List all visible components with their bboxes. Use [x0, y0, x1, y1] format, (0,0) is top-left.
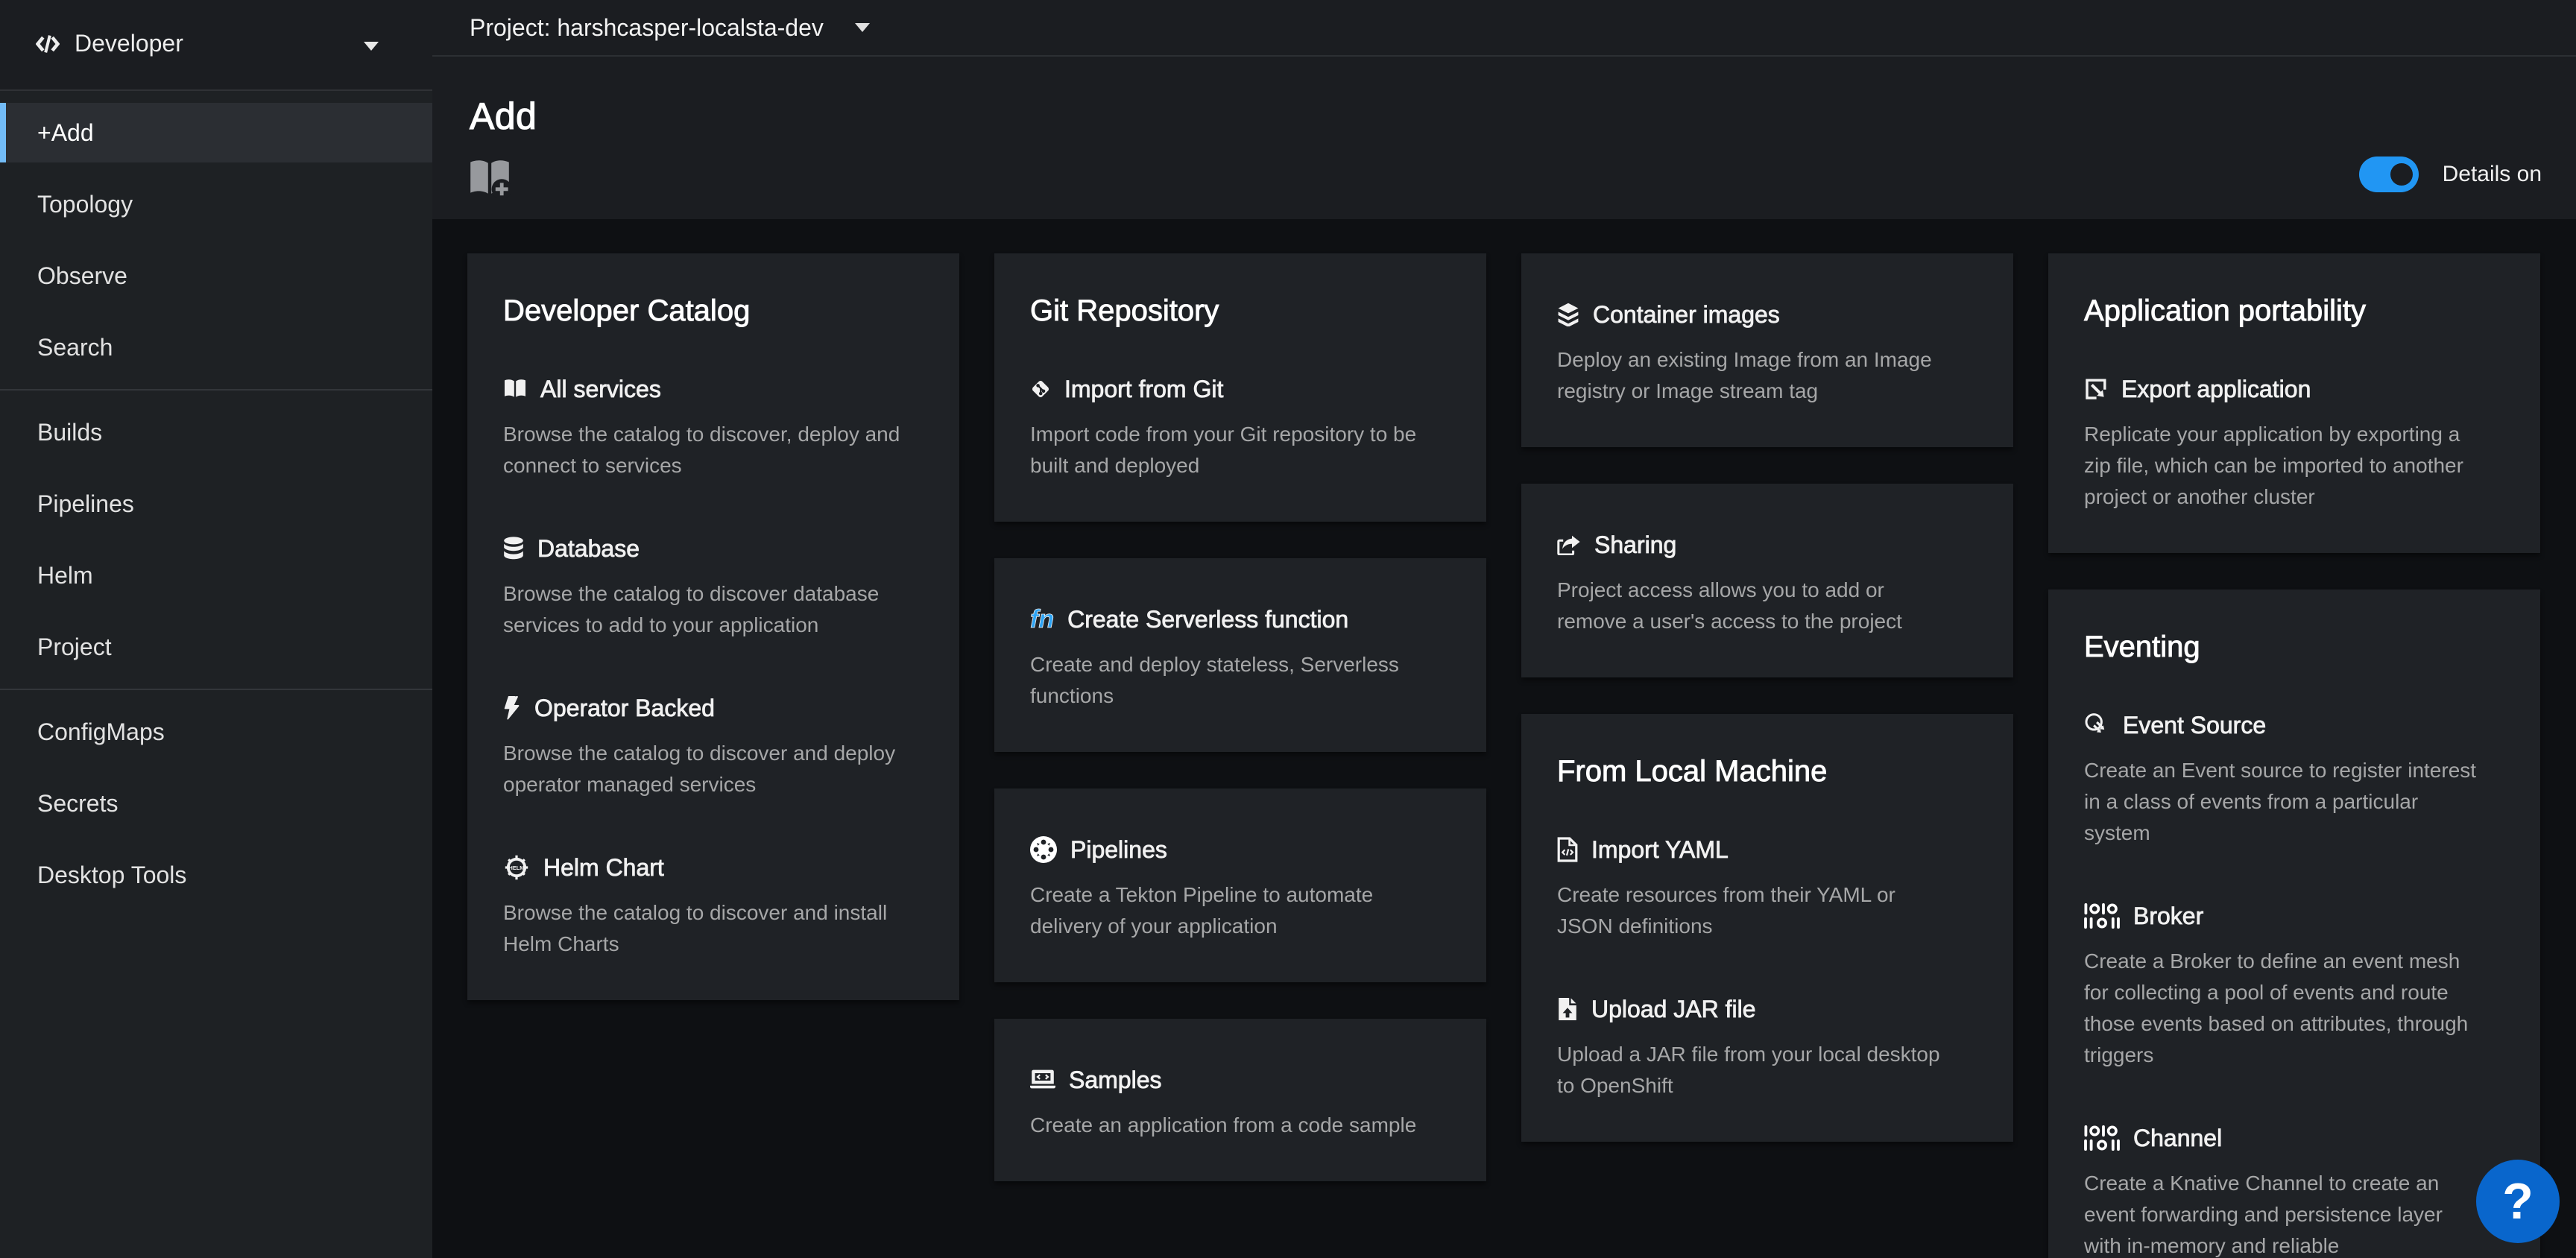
svg-text:HELM: HELM — [509, 865, 525, 871]
